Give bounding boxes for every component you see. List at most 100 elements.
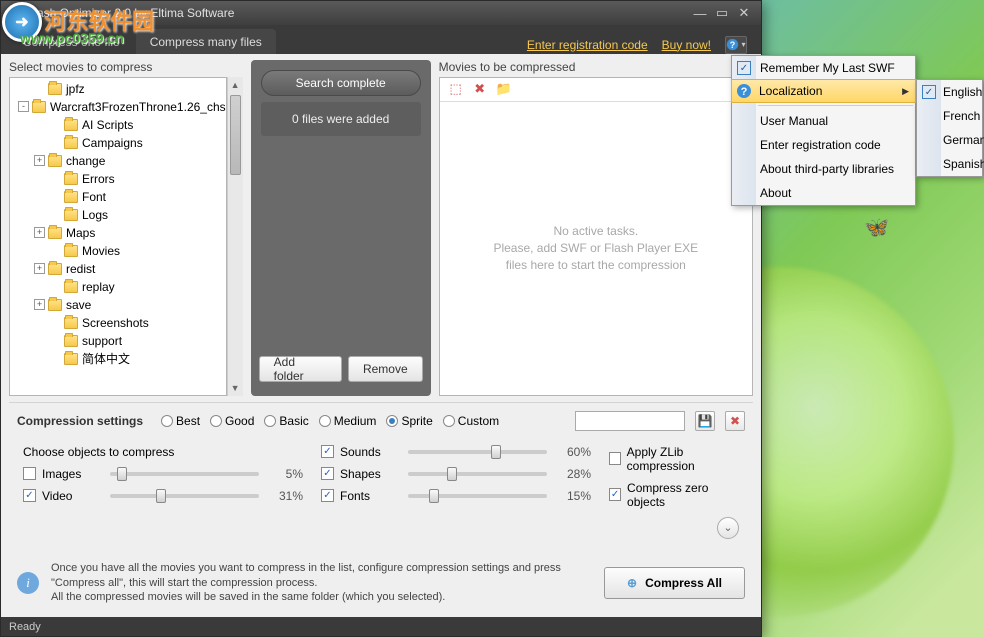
tree-item[interactable]: + change <box>10 152 226 170</box>
preset-custom[interactable]: Custom <box>443 414 499 428</box>
close-button[interactable]: ✕ <box>733 4 755 22</box>
menu-third-party-libs[interactable]: About third-party libraries <box>732 157 915 181</box>
shapes-checkbox[interactable]: ✓ <box>321 467 334 480</box>
menu-enter-registration[interactable]: Enter registration code <box>732 133 915 157</box>
queue-delete-icon[interactable]: ✖ <box>472 81 488 97</box>
menu-user-manual[interactable]: User Manual <box>732 109 915 133</box>
queue-clear-icon[interactable]: ⬚ <box>448 81 464 97</box>
tree-item-label: jpfz <box>66 82 85 96</box>
preset-combo[interactable] <box>575 411 685 431</box>
folder-icon <box>64 317 78 329</box>
sounds-label: Sounds <box>340 445 396 459</box>
tree-item-label: change <box>66 154 105 168</box>
save-preset-icon[interactable]: 💾 <box>695 411 715 431</box>
menu-remember-last-swf[interactable]: ✓Remember My Last SWF <box>732 56 915 80</box>
tree-item[interactable]: Logs <box>10 206 226 224</box>
queue-empty-message: No active tasks. Please, add SWF or Flas… <box>440 102 752 395</box>
preset-medium[interactable]: Medium <box>319 414 377 428</box>
tree-expander <box>50 317 61 328</box>
lang-german[interactable]: German <box>917 128 982 152</box>
tree-item-label: 简体中文 <box>82 350 130 367</box>
tree-item[interactable]: support <box>10 332 226 350</box>
tree-expander[interactable]: + <box>34 227 45 238</box>
video-checkbox[interactable]: ✓ <box>23 489 36 502</box>
tree-expander[interactable]: + <box>34 263 45 274</box>
lang-french[interactable]: French <box>917 104 982 128</box>
zero-checkbox[interactable]: ✓ <box>609 488 621 501</box>
shapes-label: Shapes <box>340 467 396 481</box>
lang-spanish[interactable]: Spanish <box>917 152 982 176</box>
tree-item-label: replay <box>82 280 115 294</box>
preset-basic[interactable]: Basic <box>264 414 308 428</box>
tab-compress-many[interactable]: Compress many files <box>136 29 276 54</box>
svg-text:?: ? <box>730 40 735 50</box>
preset-best[interactable]: Best <box>161 414 200 428</box>
tree-item[interactable]: - Warcraft3FrozenThrone1.26_chs <box>10 98 226 116</box>
add-folder-button[interactable]: Add folder <box>259 356 342 382</box>
tree-item[interactable]: replay <box>10 278 226 296</box>
tree-item-label: save <box>66 298 91 312</box>
sounds-checkbox[interactable]: ✓ <box>321 445 334 458</box>
titlebar: Flash Optimizer 2.0 by Eltima Software —… <box>1 1 761 25</box>
tree-expander[interactable]: - <box>18 101 29 112</box>
preset-sprite[interactable]: Sprite <box>386 414 432 428</box>
link-buy-now[interactable]: Buy now! <box>662 38 711 52</box>
tree-expander <box>50 173 61 184</box>
tree-scrollbar[interactable]: ▲▼ <box>227 77 243 396</box>
preset-good[interactable]: Good <box>210 414 254 428</box>
tree-expander[interactable]: + <box>34 299 45 310</box>
link-enter-registration[interactable]: Enter registration code <box>527 38 648 52</box>
shapes-slider[interactable] <box>408 472 547 476</box>
expand-settings-button[interactable]: ⌄ <box>717 517 739 539</box>
info-icon: i <box>17 572 39 594</box>
menu-about[interactable]: About <box>732 181 915 205</box>
tree-item[interactable]: + save <box>10 296 226 314</box>
maximize-button[interactable]: ▭ <box>711 4 733 22</box>
zlib-checkbox[interactable] <box>609 452 621 465</box>
sounds-slider[interactable] <box>408 450 547 454</box>
statusbar: Ready <box>1 617 761 636</box>
fonts-checkbox[interactable]: ✓ <box>321 489 334 502</box>
language-menu: ✓English French German Spanish <box>916 79 983 177</box>
minimize-button[interactable]: — <box>689 4 711 22</box>
remove-button[interactable]: Remove <box>348 356 423 382</box>
search-status: Search complete <box>261 70 421 96</box>
tree-expander <box>50 245 61 256</box>
zero-label: Compress zero objects <box>627 481 739 509</box>
fonts-slider[interactable] <box>408 494 547 498</box>
tree-item[interactable]: jpfz <box>10 80 226 98</box>
fonts-pct: 15% <box>559 489 591 503</box>
tree-item-label: Maps <box>66 226 95 240</box>
folder-icon <box>48 299 62 311</box>
menu-localization[interactable]: ? Localization▶ <box>731 79 916 103</box>
tree-item[interactable]: Screenshots <box>10 314 226 332</box>
folder-tree[interactable]: jpfz - Warcraft3FrozenThrone1.26_chs AI Scr… <box>9 77 227 396</box>
tabbar: Compress one file Compress many files En… <box>1 25 761 53</box>
queue-folder-icon[interactable]: 📁 <box>496 81 512 97</box>
tree-item[interactable]: Font <box>10 188 226 206</box>
compress-all-button[interactable]: ⊕ Compress All <box>604 567 745 599</box>
folder-icon <box>48 83 62 95</box>
tree-item-label: Warcraft3FrozenThrone1.26_chs <box>50 100 226 114</box>
video-slider[interactable] <box>110 494 259 498</box>
tree-item[interactable]: Errors <box>10 170 226 188</box>
tree-item-label: support <box>82 334 122 348</box>
tree-expander[interactable]: + <box>34 155 45 166</box>
tree-item[interactable]: 简体中文 <box>10 350 226 368</box>
tab-compress-one[interactable]: Compress one file <box>9 29 134 54</box>
tree-item-label: Movies <box>82 244 120 258</box>
delete-preset-icon[interactable]: ✖ <box>725 411 745 431</box>
images-pct: 5% <box>271 467 303 481</box>
tree-item[interactable]: AI Scripts <box>10 116 226 134</box>
tree-item[interactable]: Movies <box>10 242 226 260</box>
help-button[interactable]: ? ▾ <box>725 36 747 54</box>
tree-item[interactable]: +redist <box>10 260 226 278</box>
tree-item[interactable]: Campaigns <box>10 134 226 152</box>
images-slider[interactable] <box>110 472 259 476</box>
lang-english[interactable]: ✓English <box>917 80 982 104</box>
images-checkbox[interactable] <box>23 467 36 480</box>
tree-item-label: Font <box>82 190 106 204</box>
status-text: Ready <box>9 621 41 633</box>
tree-item[interactable]: + Maps <box>10 224 226 242</box>
zlib-label: Apply ZLib compression <box>627 445 739 473</box>
